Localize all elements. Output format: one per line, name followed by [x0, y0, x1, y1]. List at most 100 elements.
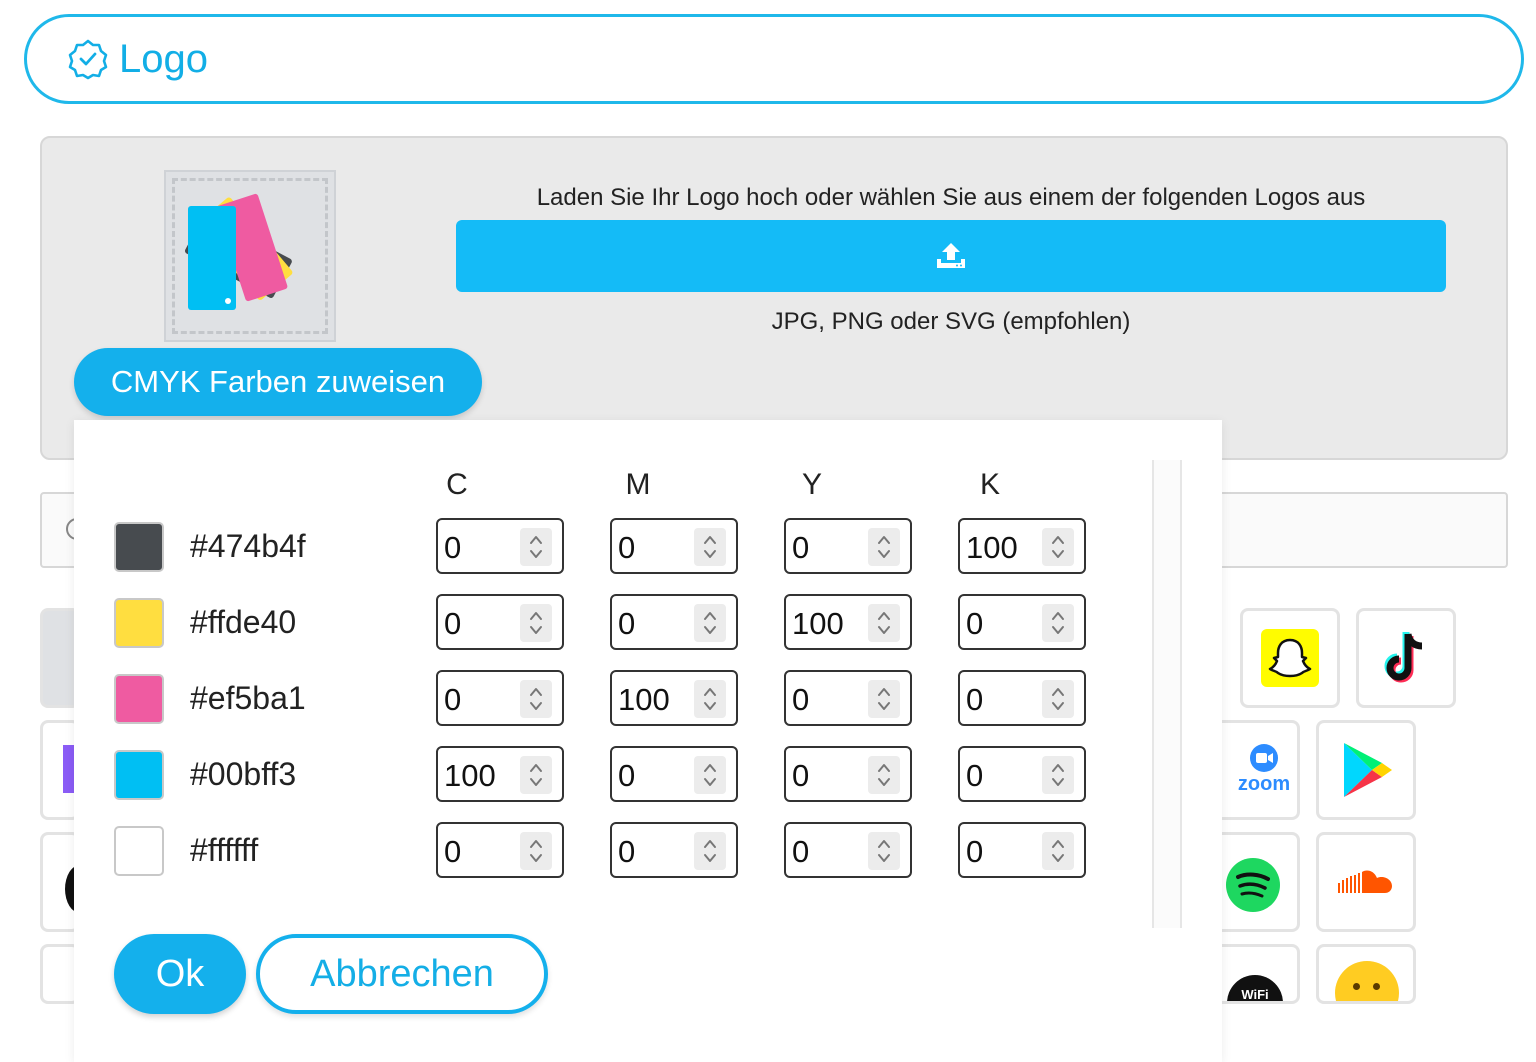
ok-button[interactable]: Ok — [114, 934, 246, 1014]
cmyk-value: 0 — [618, 606, 636, 641]
wifi-icon: WiFi — [1227, 975, 1283, 1002]
section-title: Logo — [119, 36, 208, 81]
column-header-m: M — [625, 468, 651, 501]
cmyk-value: 0 — [618, 758, 636, 793]
cancel-button[interactable]: Abbrechen — [256, 934, 548, 1014]
cmyk-input-k[interactable]: 100 — [958, 518, 1086, 574]
zoom-wordmark: zoom — [1237, 773, 1291, 795]
stepper-arrows-icon[interactable] — [868, 604, 900, 642]
color-palette-icon — [185, 193, 293, 310]
logo-tile-soundcloud[interactable] — [1316, 832, 1416, 932]
cmyk-input-m[interactable]: 0 — [610, 518, 738, 574]
cmyk-input-y[interactable]: 0 — [784, 746, 912, 802]
color-swatch — [114, 598, 164, 648]
color-hex-label: #ef5ba1 — [190, 680, 306, 716]
cmyk-value: 0 — [966, 834, 984, 869]
cmyk-value: 0 — [618, 834, 636, 869]
cmyk-input-k[interactable]: 0 — [958, 822, 1086, 878]
snapchat-icon — [1261, 629, 1319, 687]
cmyk-input-y[interactable]: 0 — [784, 518, 912, 574]
cmyk-value: 100 — [444, 758, 496, 793]
cmyk-input-m[interactable]: 0 — [610, 746, 738, 802]
cmyk-dialog: C M Y K #474b4f 0 0 0 100 #ffde40 0 0 100 0 #ef5ba… — [74, 420, 1222, 1062]
section-header[interactable]: Logo — [24, 14, 1524, 104]
cmyk-value: 0 — [792, 682, 810, 717]
color-swatch — [114, 750, 164, 800]
upload-hint: JPG, PNG oder SVG (empfohlen) — [771, 308, 1131, 335]
logo-tile-tiktok[interactable] — [1356, 608, 1456, 708]
assign-cmyk-button[interactable]: CMYK Farben zuweisen — [74, 348, 482, 416]
cmyk-input-k[interactable]: 0 — [958, 670, 1086, 726]
stepper-arrows-icon[interactable] — [868, 832, 900, 870]
wifi-text: WiFi — [1241, 987, 1269, 1002]
cmyk-value: 100 — [792, 606, 844, 641]
cmyk-value: 0 — [792, 530, 810, 565]
cmyk-input-c[interactable]: 0 — [436, 518, 564, 574]
cmyk-input-y[interactable]: 100 — [784, 594, 912, 650]
cmyk-input-m[interactable]: 0 — [610, 822, 738, 878]
cmyk-value: 0 — [966, 682, 984, 717]
cmyk-value: 0 — [444, 834, 462, 869]
cmyk-input-c[interactable]: 0 — [436, 594, 564, 650]
cmyk-value: 0 — [444, 606, 462, 641]
dialog-scrollbar[interactable] — [1152, 460, 1182, 928]
cmyk-value: 0 — [444, 530, 462, 565]
stepper-arrows-icon[interactable] — [520, 680, 552, 718]
zoom-icon — [1250, 744, 1278, 772]
cmyk-value: 0 — [966, 606, 984, 641]
cmyk-input-k[interactable]: 0 — [958, 594, 1086, 650]
color-hex-label: #ffde40 — [190, 604, 297, 640]
cmyk-value: 100 — [618, 682, 670, 717]
cmyk-input-c[interactable]: 0 — [436, 822, 564, 878]
stepper-arrows-icon[interactable] — [520, 832, 552, 870]
zoom-logo: zoom — [1225, 743, 1297, 795]
emoji-icon — [1335, 961, 1399, 1001]
stepper-arrows-icon[interactable] — [694, 604, 726, 642]
cmyk-input-c[interactable]: 0 — [436, 670, 564, 726]
stepper-arrows-icon[interactable] — [868, 680, 900, 718]
color-hex-label: #474b4f — [190, 528, 306, 564]
upload-button[interactable] — [456, 220, 1446, 292]
stepper-arrows-icon[interactable] — [694, 756, 726, 794]
tiktok-icon — [1384, 632, 1423, 683]
color-hex-label: #00bff3 — [190, 756, 297, 792]
column-header-c: C — [446, 468, 468, 501]
cmyk-value: 0 — [966, 758, 984, 793]
cmyk-value: 0 — [618, 530, 636, 565]
stepper-arrows-icon[interactable] — [694, 528, 726, 566]
cmyk-input-c[interactable]: 100 — [436, 746, 564, 802]
upload-icon — [937, 243, 965, 268]
logo-tile-snapchat[interactable] — [1240, 608, 1340, 708]
color-swatch — [114, 522, 164, 572]
column-header-y: Y — [801, 468, 822, 501]
stepper-arrows-icon[interactable] — [1042, 528, 1074, 566]
cmyk-value: 0 — [792, 834, 810, 869]
cmyk-input-m[interactable]: 100 — [610, 670, 738, 726]
stepper-arrows-icon[interactable] — [1042, 756, 1074, 794]
cmyk-value: 0 — [444, 682, 462, 717]
stepper-arrows-icon[interactable] — [1042, 604, 1074, 642]
stepper-arrows-icon[interactable] — [1042, 832, 1074, 870]
logo-preview[interactable] — [164, 170, 336, 342]
stepper-arrows-icon[interactable] — [520, 528, 552, 566]
logo-tile-emoji[interactable] — [1316, 944, 1416, 1004]
color-swatch — [114, 674, 164, 724]
stepper-arrows-icon[interactable] — [694, 832, 726, 870]
color-hex-label: #ffffff — [190, 832, 259, 868]
logo-tile-google-play[interactable] — [1316, 720, 1416, 820]
stepper-arrows-icon[interactable] — [520, 604, 552, 642]
cmyk-input-y[interactable]: 0 — [784, 822, 912, 878]
upload-instruction: Laden Sie Ihr Logo hoch oder wählen Sie … — [536, 184, 1366, 211]
cmyk-input-m[interactable]: 0 — [610, 594, 738, 650]
stepper-arrows-icon[interactable] — [694, 680, 726, 718]
verified-badge-icon — [68, 39, 108, 80]
cmyk-input-k[interactable]: 0 — [958, 746, 1086, 802]
column-header-k: K — [979, 468, 1000, 501]
stepper-arrows-icon[interactable] — [868, 756, 900, 794]
stepper-arrows-icon[interactable] — [868, 528, 900, 566]
google-play-icon — [1344, 743, 1392, 797]
stepper-arrows-icon[interactable] — [520, 756, 552, 794]
cmyk-input-y[interactable]: 0 — [784, 670, 912, 726]
stepper-arrows-icon[interactable] — [1042, 680, 1074, 718]
soundcloud-icon — [1338, 870, 1392, 893]
